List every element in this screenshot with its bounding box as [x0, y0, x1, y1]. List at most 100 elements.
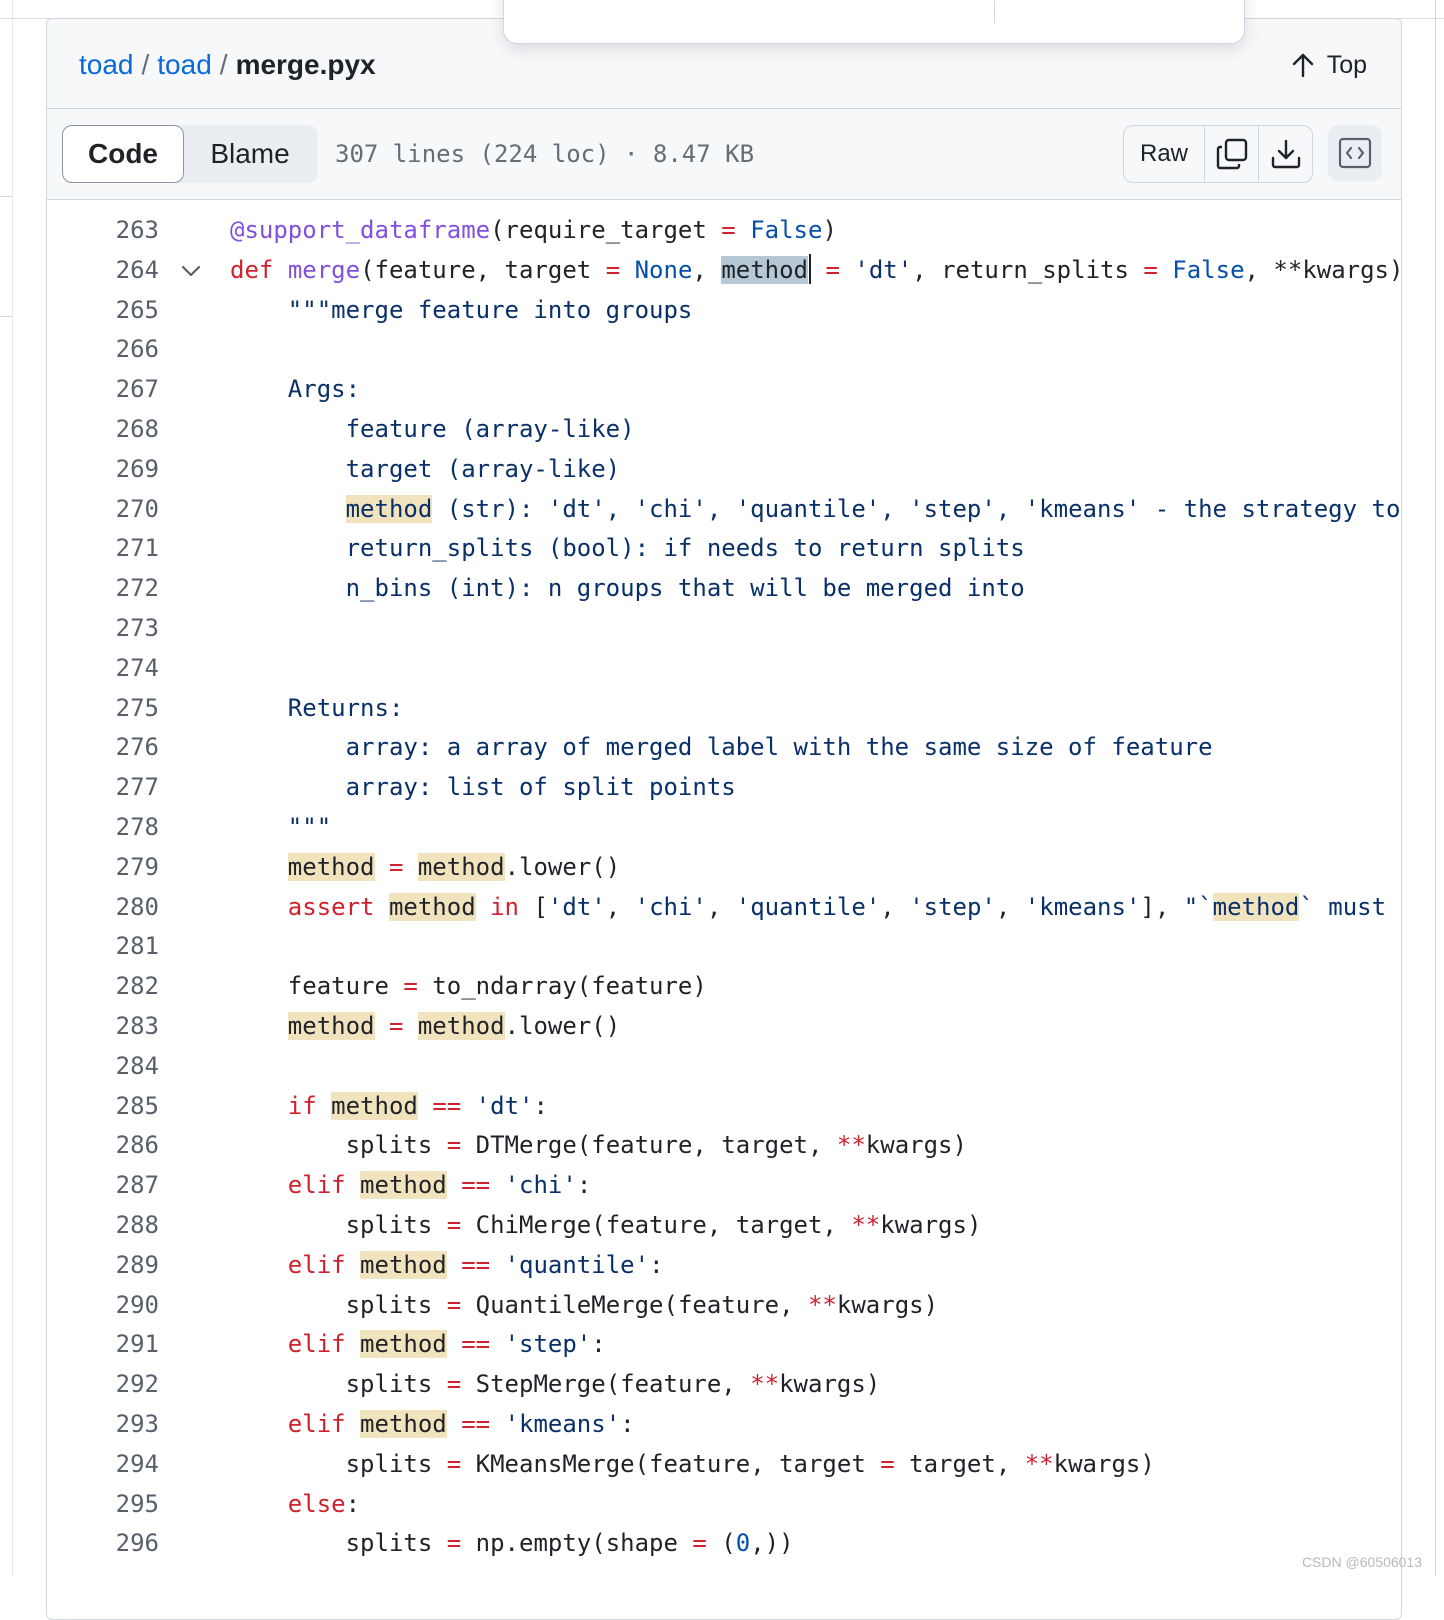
code-line: 290 splits = QuantileMerge(feature, **kw…: [47, 1286, 1401, 1326]
code-text: assert method in ['dt', 'chi', 'quantile…: [230, 888, 1401, 928]
line-number[interactable]: 278: [47, 808, 159, 848]
breadcrumb-folder-link[interactable]: toad: [157, 49, 212, 80]
symbols-icon: [1338, 137, 1372, 169]
line-number[interactable]: 283: [47, 1007, 159, 1047]
code-token: splits: [230, 1131, 447, 1160]
code-text: splits = KMeansMerge(feature, target = t…: [230, 1445, 1155, 1485]
line-number[interactable]: 289: [47, 1246, 159, 1286]
line-number[interactable]: 271: [47, 529, 159, 569]
code-token: =: [446, 1210, 462, 1239]
breadcrumb: toad / toad / merge.pyx: [79, 47, 376, 83]
line-number[interactable]: 270: [47, 490, 159, 530]
line-number[interactable]: 280: [47, 888, 159, 928]
code-token: feature: [230, 972, 404, 1001]
code-token: None: [634, 255, 693, 284]
code-token: to_ndarray(feature): [417, 972, 707, 1001]
code-line: 287 elif method == 'chi':: [47, 1166, 1401, 1206]
code-token: 'step': [504, 1330, 592, 1359]
code-token: elif: [287, 1409, 346, 1438]
line-number[interactable]: 267: [47, 370, 159, 410]
code-line: 277 array: list of split points: [47, 768, 1401, 808]
line-number[interactable]: 265: [47, 291, 159, 331]
code-line: 288 splits = ChiMerge(feature, target, *…: [47, 1206, 1401, 1246]
code-token: =: [446, 1449, 462, 1478]
line-number[interactable]: 292: [47, 1365, 159, 1405]
code-text: method = method.lower(): [230, 1007, 620, 1047]
code-token: if: [287, 1091, 317, 1120]
code-text: Args:: [230, 370, 360, 410]
code-token: **: [836, 1131, 866, 1160]
breadcrumb-repo-link[interactable]: toad: [79, 49, 134, 80]
search-highlight: method: [1212, 892, 1300, 921]
line-number[interactable]: 268: [47, 410, 159, 450]
line-number[interactable]: 281: [47, 927, 159, 967]
code-text: if method == 'dt':: [230, 1087, 548, 1127]
line-number[interactable]: 282: [47, 967, 159, 1007]
line-number[interactable]: 291: [47, 1325, 159, 1365]
code-token: :: [533, 1091, 548, 1120]
code-text: splits = QuantileMerge(feature, **kwargs…: [230, 1286, 938, 1326]
line-number[interactable]: 285: [47, 1087, 159, 1127]
chevron-down-icon[interactable]: [179, 259, 203, 283]
breadcrumb-separator: /: [141, 49, 150, 80]
line-number[interactable]: 277: [47, 768, 159, 808]
code-line: 286 splits = DTMerge(feature, target, **…: [47, 1126, 1401, 1166]
code-line: 281: [47, 927, 1401, 967]
top-button[interactable]: Top: [1291, 47, 1367, 83]
tab-code[interactable]: Code: [62, 125, 184, 183]
line-number[interactable]: 269: [47, 450, 159, 490]
copy-button[interactable]: [1205, 126, 1259, 182]
line-number[interactable]: 273: [47, 609, 159, 649]
code-token: (: [706, 1529, 736, 1558]
code-token: """merge feature into groups: [287, 295, 693, 324]
line-number[interactable]: 284: [47, 1047, 159, 1087]
line-number[interactable]: 296: [47, 1524, 159, 1564]
line-number[interactable]: 286: [47, 1126, 159, 1166]
line-number[interactable]: 288: [47, 1206, 159, 1246]
line-number[interactable]: 264: [47, 251, 159, 291]
search-highlight: method: [360, 1330, 447, 1359]
code-token: ,)): [750, 1529, 794, 1558]
search-highlight: method: [287, 852, 375, 881]
line-number[interactable]: 294: [47, 1445, 159, 1485]
tab-blame[interactable]: Blame: [182, 125, 318, 183]
code-token: False: [750, 216, 823, 244]
line-number[interactable]: 293: [47, 1405, 159, 1445]
line-number[interactable]: 295: [47, 1485, 159, 1525]
code-line: 263 @support_dataframe(require_target = F…: [47, 211, 1401, 251]
raw-button[interactable]: Raw: [1124, 126, 1205, 182]
line-number[interactable]: 263: [47, 211, 159, 251]
line-number[interactable]: 290: [47, 1286, 159, 1326]
code-text: method (str): 'dt', 'chi', 'quantile', '…: [230, 490, 1400, 530]
code-text: elif method == 'quantile':: [230, 1246, 664, 1286]
line-number[interactable]: 279: [47, 848, 159, 888]
code-token: merge: [287, 255, 361, 284]
floating-popup: [503, 0, 1245, 44]
code-token: **: [1024, 1449, 1054, 1478]
code-line: 283 method = method.lower(): [47, 1007, 1401, 1047]
line-number[interactable]: 272: [47, 569, 159, 609]
symbols-button[interactable]: [1328, 125, 1382, 181]
line-number[interactable]: 275: [47, 689, 159, 729]
line-number[interactable]: 274: [47, 649, 159, 689]
line-number[interactable]: 287: [47, 1166, 159, 1206]
line-number[interactable]: 266: [47, 330, 159, 370]
code-token: target (array-like): [345, 454, 621, 483]
download-button[interactable]: [1259, 126, 1312, 182]
line-number[interactable]: 276: [47, 728, 159, 768]
code-token: .lower(): [504, 1011, 621, 1040]
